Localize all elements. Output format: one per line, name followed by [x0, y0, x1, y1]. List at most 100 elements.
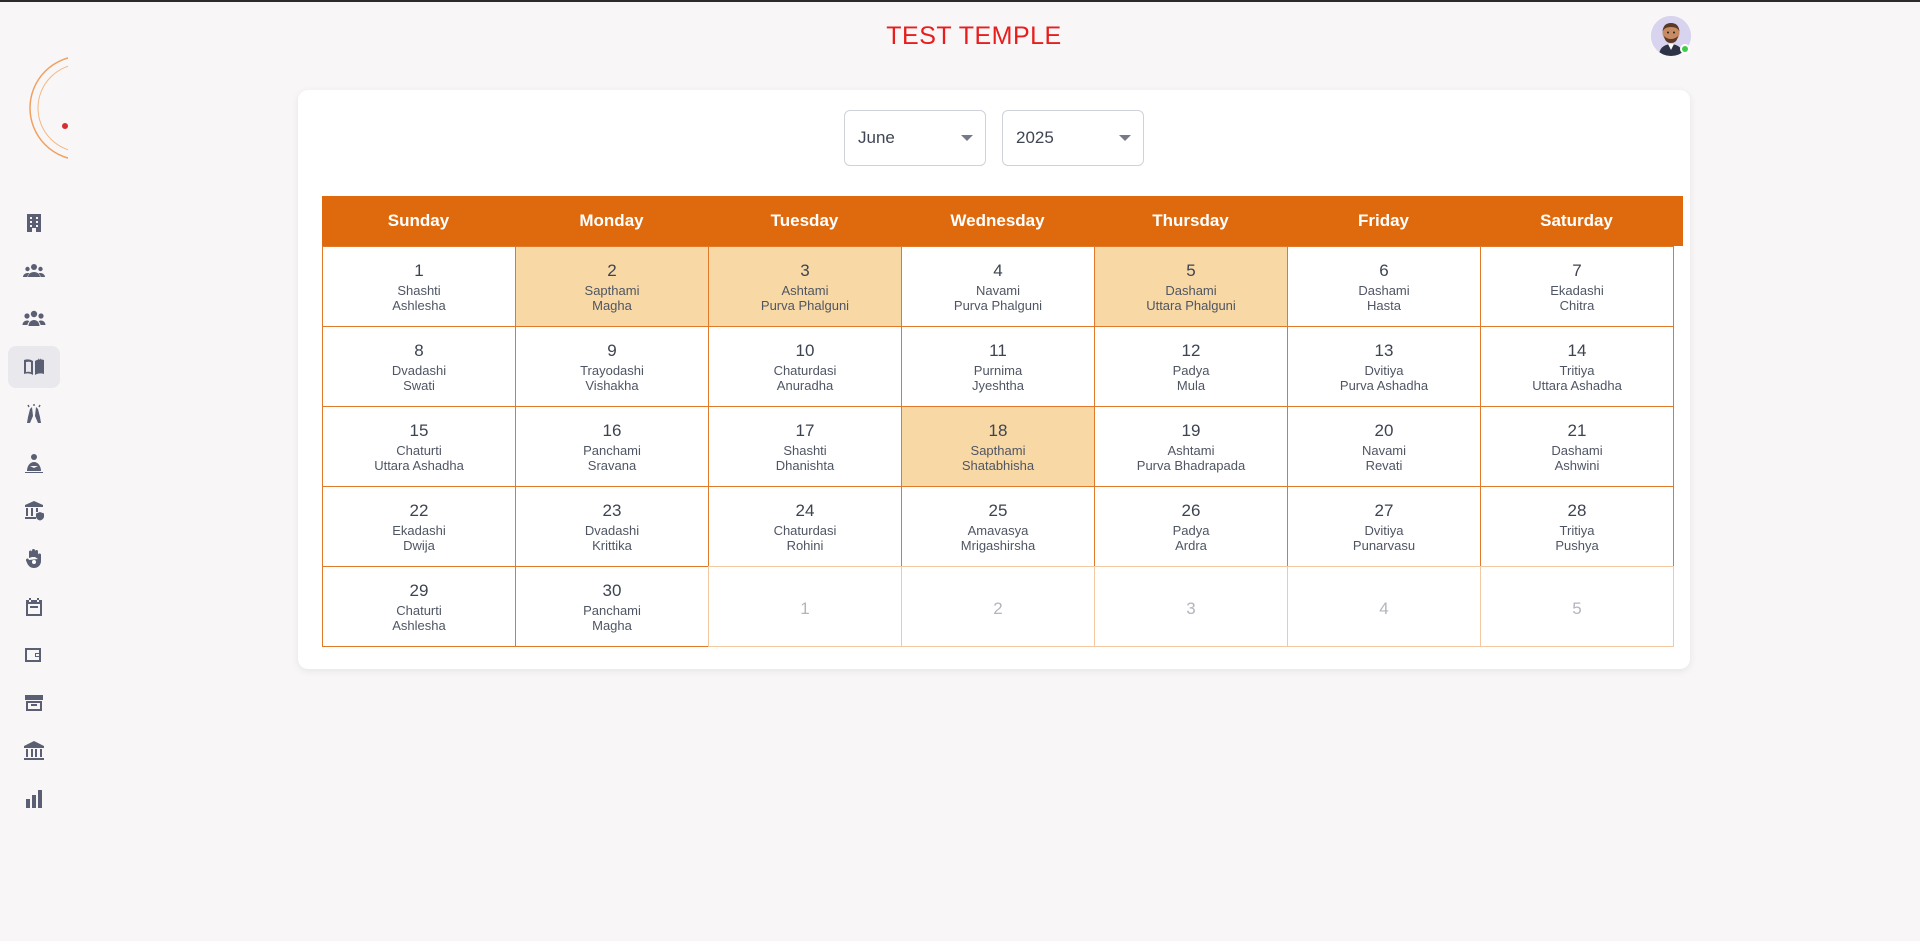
weekday-thursday: Thursday — [1152, 211, 1229, 230]
sidebar-item-archive[interactable] — [8, 682, 60, 724]
weekday-friday: Friday — [1357, 211, 1410, 230]
day-nakshatra: Magha — [592, 617, 632, 633]
calendar-day-cell[interactable]: 7 Ekadashi Chitra — [1480, 246, 1674, 327]
calendar-day-cell[interactable]: 1 Shashti Ashlesha — [322, 246, 516, 327]
sidebar — [0, 2, 68, 941]
calendar-day-cell[interactable]: 20 Navami Revati — [1287, 406, 1481, 487]
day-number: 9 — [607, 340, 617, 360]
temple-shield-icon — [25, 501, 44, 521]
sidebar-item-temple-shield[interactable] — [8, 490, 60, 532]
calendar-card: June 2025 Sunday Monday Tuesday Wednesday Th… — [298, 90, 1690, 669]
day-nakshatra: Jyeshtha — [971, 377, 1025, 393]
day-tithi: Ashtami — [1167, 442, 1215, 458]
sidebar-item-hand[interactable] — [8, 538, 60, 580]
sidebar-item-users[interactable] — [8, 250, 60, 292]
sidebar-item-devotee[interactable] — [8, 442, 60, 484]
page-title: TEST TEMPLE — [886, 22, 1062, 50]
sidebar-item-building[interactable] — [8, 202, 60, 244]
day-nakshatra: Dhanishta — [775, 457, 835, 473]
sidebar-item-bank[interactable] — [8, 730, 60, 772]
day-number: 14 — [1567, 340, 1587, 360]
calendar-day-cell[interactable]: 5 Dashami Uttara Phalguni — [1094, 246, 1288, 327]
weekday-wednesday: Wednesday — [950, 211, 1045, 230]
day-number: 12 — [1181, 340, 1201, 360]
calendar-day-cell[interactable]: 25 Amavasya Mrigashirsha — [901, 486, 1095, 567]
calendar-day-cell[interactable]: 27 Dvitiya Punarvasu — [1287, 486, 1481, 567]
calendar-day-cell[interactable]: 2 Sapthami Magha — [515, 246, 709, 327]
day-nakshatra: Uttara Ashadha — [374, 457, 464, 473]
sidebar-item-calendar[interactable] — [8, 586, 60, 628]
day-tithi: Trayodashi — [580, 362, 644, 378]
sidebar-item-wallet[interactable] — [8, 634, 60, 676]
day-nakshatra: Krittika — [592, 537, 632, 553]
day-tithi: Ashtami — [781, 282, 829, 298]
calendar-day-cell[interactable]: 13 Dvitiya Purva Ashadha — [1287, 326, 1481, 407]
day-nakshatra: Vishakha — [585, 377, 639, 393]
calendar-day-cell[interactable]: 23 Dvadashi Krittika — [515, 486, 709, 567]
day-nakshatra: Magha — [592, 297, 632, 313]
day-number: 4 — [993, 260, 1003, 280]
day-nakshatra: Sravana — [587, 457, 637, 473]
users-icon — [23, 264, 45, 277]
day-nakshatra: Uttara Ashadha — [1532, 377, 1622, 393]
day-number: 3 — [1186, 598, 1196, 618]
calendar-day-cell[interactable]: 10 Chaturdasi Anuradha — [708, 326, 902, 407]
sidebar-item-namaste[interactable] — [8, 394, 60, 436]
calendar-day-cell[interactable]: 28 Tritiya Pushya — [1480, 486, 1674, 567]
calendar-day-cell[interactable]: 12 Padya Mula — [1094, 326, 1288, 407]
day-nakshatra: Punarvasu — [1352, 537, 1416, 553]
day-number: 18 — [988, 420, 1008, 440]
day-tithi: Dvadashi — [391, 362, 447, 378]
day-tithi: Sapthami — [970, 442, 1026, 458]
calendar-day-cell[interactable]: 24 Chaturdasi Rohini — [708, 486, 902, 567]
calendar-day-cell[interactable]: 4 Navami Purva Phalguni — [901, 246, 1095, 327]
calendar-day-cell[interactable]: 29 Chaturti Ashlesha — [322, 566, 516, 647]
calendar-day-cell[interactable]: 16 Panchami Sravana — [515, 406, 709, 487]
calendar-day-cell[interactable]: 11 Purnima Jyeshtha — [901, 326, 1095, 407]
temple-logo[interactable] — [26, 50, 68, 166]
month-select[interactable]: June — [844, 110, 986, 166]
day-number: 20 — [1374, 420, 1394, 440]
calendar-day-cell[interactable]: 14 Tritiya Uttara Ashadha — [1480, 326, 1674, 407]
day-number: 17 — [795, 420, 815, 440]
day-nakshatra: Mula — [1176, 377, 1206, 393]
sidebar-nav — [8, 202, 60, 826]
day-number: 1 — [800, 598, 810, 618]
day-number: 25 — [988, 500, 1008, 520]
calendar-day-cell[interactable]: 15 Chaturti Uttara Ashadha — [322, 406, 516, 487]
day-nakshatra: Swati — [403, 377, 435, 393]
day-nakshatra: Anuradha — [776, 377, 834, 393]
calendar-day-cell[interactable]: 21 Dashami Ashwini — [1480, 406, 1674, 487]
day-tithi: Dashami — [1358, 282, 1410, 298]
day-number: 3 — [800, 260, 810, 280]
calendar-day-cell[interactable]: 19 Ashtami Purva Bhadrapada — [1094, 406, 1288, 487]
day-number: 1 — [414, 260, 424, 280]
day-nakshatra: Purva Phalguni — [953, 297, 1043, 313]
sidebar-item-bar-chart[interactable] — [8, 778, 60, 820]
calendar-day-cell[interactable]: 17 Shashti Dhanishta — [708, 406, 902, 487]
sidebar-item-groups[interactable] — [8, 298, 60, 340]
day-number: 30 — [602, 580, 622, 600]
next-month-day-cell: 5 — [1480, 566, 1674, 647]
day-number: 5 — [1186, 260, 1196, 280]
day-tithi: Dvadashi — [584, 522, 640, 538]
calendar-day-cell[interactable]: 22 Ekadashi Dwija — [322, 486, 516, 567]
calendar-day-cell[interactable]: 26 Padya Ardra — [1094, 486, 1288, 567]
day-number: 24 — [795, 500, 815, 520]
day-number: 29 — [409, 580, 429, 600]
calendar-day-cell[interactable]: 18 Sapthami Shatabhisha — [901, 406, 1095, 487]
day-nakshatra: Rohini — [786, 537, 824, 553]
calendar-day-cell[interactable]: 3 Ashtami Purva Phalguni — [708, 246, 902, 327]
calendar-day-cell[interactable]: 6 Dashami Hasta — [1287, 246, 1481, 327]
sidebar-item-book[interactable] — [8, 346, 60, 388]
day-tithi: Navami — [975, 282, 1021, 298]
chevron-down-icon — [1119, 135, 1131, 141]
calendar-day-cell[interactable]: 30 Panchami Magha — [515, 566, 709, 647]
year-select[interactable]: 2025 — [1002, 110, 1144, 166]
calendar-day-cell[interactable]: 9 Trayodashi Vishakha — [515, 326, 709, 407]
book-icon — [24, 358, 44, 375]
day-tithi: Padya — [1172, 362, 1210, 378]
weekday-tuesday: Tuesday — [770, 211, 839, 230]
month-select-value: June — [858, 128, 895, 147]
calendar-day-cell[interactable]: 8 Dvadashi Swati — [322, 326, 516, 407]
